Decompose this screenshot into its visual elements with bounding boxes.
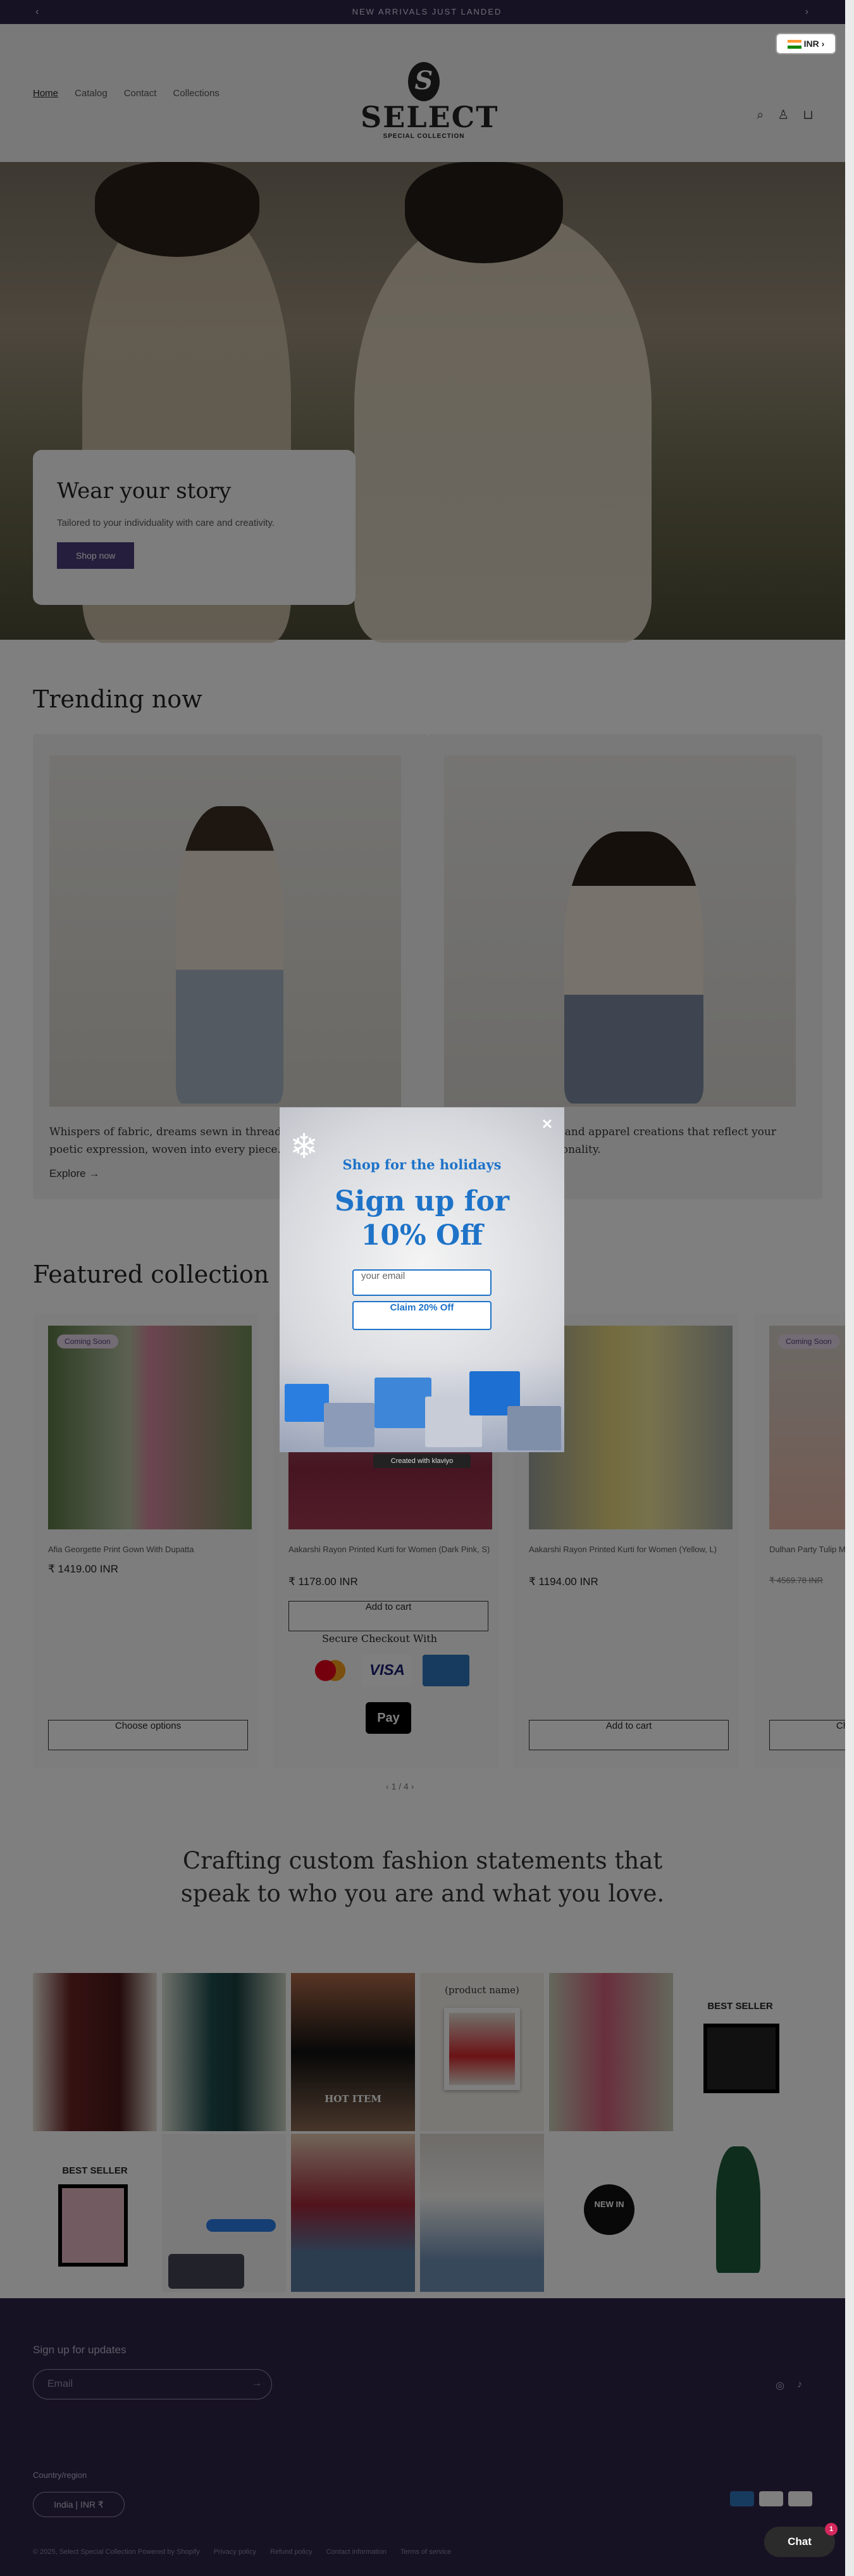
signup-popup: ❄ ✕ Shop for the holidays Sign up for 10… — [280, 1107, 564, 1452]
chevron-right-icon: › — [821, 39, 825, 49]
currency-selector[interactable]: INR › — [776, 33, 836, 54]
popup-headline: Sign up for 10% Off — [334, 1185, 510, 1252]
chat-label: Chat — [788, 2536, 812, 2548]
gift-boxes-image — [280, 1359, 564, 1452]
india-flag-icon — [787, 40, 801, 49]
close-icon[interactable]: ✕ — [539, 1116, 555, 1133]
popup-kicker: Shop for the holidays — [342, 1157, 502, 1173]
gift-box — [507, 1406, 561, 1450]
popup-email-input[interactable]: your email — [352, 1269, 492, 1296]
klaviyo-credit[interactable]: Created with klaviyo — [373, 1454, 471, 1468]
gift-box — [285, 1384, 329, 1422]
chat-unread-badge: 1 — [825, 2523, 838, 2536]
chat-button[interactable]: Chat 1 — [764, 2523, 838, 2557]
claim-offer-button[interactable]: Claim 20% Off — [352, 1301, 492, 1330]
gift-box — [324, 1403, 374, 1447]
gift-box — [374, 1378, 431, 1428]
currency-code: INR — [803, 39, 819, 49]
page-scrollbar[interactable] — [845, 0, 854, 2576]
